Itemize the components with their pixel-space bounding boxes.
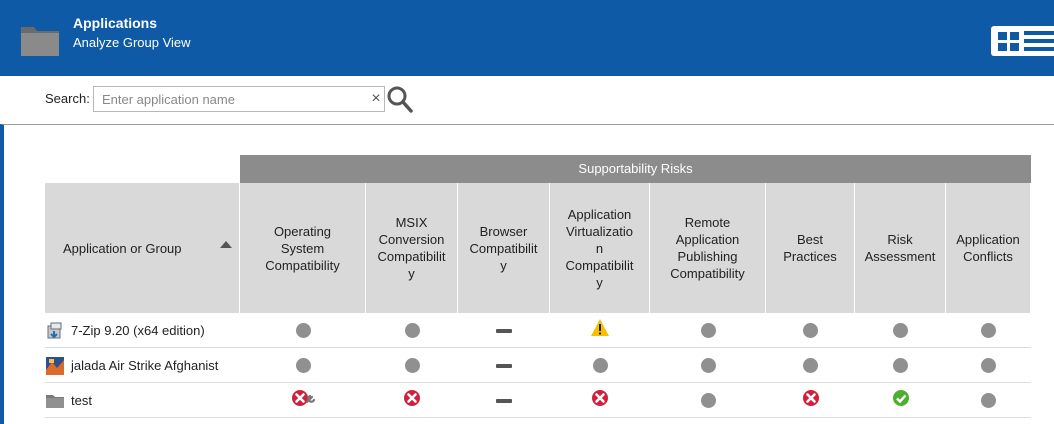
column-header-label: MSIX Conversion Compatibilit y: [377, 215, 446, 281]
no-risk-dot-icon: [803, 358, 818, 373]
risk-cell[interactable]: [946, 348, 1031, 383]
no-risk-dot-icon: [295, 358, 311, 373]
status-icon-cell: [891, 388, 911, 413]
no-risk-dot-icon: [404, 323, 420, 338]
application-name: jalada Air Strike Afghanist: [71, 358, 219, 373]
column-header-label: Application or Group: [63, 240, 182, 256]
risk-cell[interactable]: [550, 383, 650, 418]
column-header-label: Remote Application Publishing Compatibility: [670, 215, 745, 281]
error-icon: [802, 390, 819, 406]
column-header-3[interactable]: Browser Compatibilit y: [458, 183, 550, 313]
risk-cell[interactable]: [458, 348, 550, 383]
risk-cell[interactable]: [366, 313, 458, 348]
column-header-8[interactable]: Application Conflicts: [946, 183, 1031, 313]
not-applicable-dash-icon: [496, 398, 512, 403]
no-risk-dot-icon: [981, 358, 996, 373]
search-label: Search:: [45, 91, 90, 106]
column-header-application[interactable]: Application or Group: [45, 183, 239, 313]
error-icon: [592, 390, 608, 406]
risk-cell[interactable]: [366, 348, 458, 383]
column-header-label: Operating System Compatibility: [265, 223, 340, 273]
risk-cell[interactable]: [766, 383, 855, 418]
application-name-cell: 7-Zip 9.20 (x64 edition): [45, 313, 239, 348]
risk-cell[interactable]: [550, 348, 650, 383]
risk-cell[interactable]: [240, 348, 366, 383]
column-header-7[interactable]: Risk Assessment: [855, 183, 946, 313]
status-icon-cell: [402, 388, 422, 413]
status-icon-cell: [590, 318, 610, 343]
folder-icon: [21, 27, 59, 56]
risk-cell[interactable]: [550, 313, 650, 348]
search-input[interactable]: [93, 86, 385, 112]
clear-search-button[interactable]: ×: [367, 88, 385, 110]
status-icon-cell: [801, 388, 821, 413]
column-header-5[interactable]: Remote Application Publishing Compatibility: [650, 183, 766, 313]
page-subtitle: Analyze Group View: [73, 35, 191, 50]
row-divider: [45, 417, 1031, 418]
risk-cell[interactable]: [855, 313, 946, 348]
column-header-label: Browser Compatibilit y: [469, 223, 538, 273]
not-applicable-dash-icon: [496, 363, 512, 368]
no-risk-dot-icon: [981, 393, 996, 408]
not-applicable-dash-icon: [496, 328, 512, 333]
no-risk-dot-icon: [981, 323, 996, 338]
error-fixable-icon: [292, 390, 316, 406]
no-risk-dot-icon: [592, 358, 608, 373]
game-app-icon: [46, 356, 64, 375]
risk-cell[interactable]: [946, 313, 1031, 348]
risk-cell[interactable]: [650, 313, 766, 348]
column-header-4[interactable]: Application Virtualizatio n Compatibilit y: [550, 183, 650, 313]
risk-cell[interactable]: [855, 383, 946, 418]
risk-cell[interactable]: [946, 383, 1031, 418]
application-name-cell: test: [45, 383, 239, 418]
application-name: test: [71, 393, 92, 408]
page-title: Applications: [73, 15, 158, 31]
risk-cell[interactable]: [240, 313, 366, 348]
list-view-icon[interactable]: [1024, 29, 1054, 53]
no-risk-dot-icon: [893, 323, 908, 338]
column-header-label: Best Practices: [783, 232, 837, 264]
column-header-label: Application Virtualizatio n Compatibilit y: [565, 206, 634, 290]
no-risk-dot-icon: [700, 358, 716, 373]
risk-cell[interactable]: [650, 383, 766, 418]
installer-icon: [47, 322, 62, 338]
no-risk-dot-icon: [295, 323, 311, 338]
risk-cell[interactable]: [766, 348, 855, 383]
application-name: 7-Zip 9.20 (x64 edition): [71, 323, 205, 338]
risk-cell[interactable]: [240, 383, 366, 418]
supportability-risks-header: Supportability Risks: [240, 155, 1031, 183]
column-header-label: Risk Assessment: [864, 232, 936, 264]
no-risk-dot-icon: [893, 358, 908, 373]
view-toggle[interactable]: [991, 26, 1054, 56]
no-risk-dot-icon: [700, 323, 716, 338]
table-row[interactable]: jalada Air Strike Afghanist: [45, 348, 1031, 383]
column-header-1[interactable]: Operating System Compatibility: [240, 183, 366, 313]
risk-cell[interactable]: [766, 313, 855, 348]
search-icon[interactable]: [386, 84, 414, 114]
column-header-6[interactable]: Best Practices: [766, 183, 855, 313]
grid-view-icon[interactable]: [997, 29, 1021, 53]
error-icon: [404, 390, 420, 406]
application-name-cell: jalada Air Strike Afghanist: [45, 348, 239, 383]
risk-cell[interactable]: [458, 313, 550, 348]
no-risk-dot-icon: [803, 323, 818, 338]
app-header: Applications Analyze Group View: [0, 0, 1054, 76]
no-risk-dot-icon: [700, 393, 716, 408]
warning-icon: [591, 319, 609, 336]
column-header-label: Application Conflicts: [956, 232, 1020, 264]
table-row[interactable]: 7-Zip 9.20 (x64 edition): [45, 313, 1031, 348]
risk-cell[interactable]: [855, 348, 946, 383]
risk-cell[interactable]: [458, 383, 550, 418]
table-row[interactable]: test: [45, 383, 1031, 418]
sort-ascending-icon: [220, 241, 232, 248]
risk-cell[interactable]: [650, 348, 766, 383]
ok-check-icon: [892, 390, 909, 406]
column-header-2[interactable]: MSIX Conversion Compatibilit y: [366, 183, 458, 313]
folder-icon: [46, 394, 64, 408]
status-icon-cell: [590, 388, 610, 413]
no-risk-dot-icon: [404, 358, 420, 373]
status-icon-cell: [290, 388, 316, 413]
risk-cell[interactable]: [366, 383, 458, 418]
